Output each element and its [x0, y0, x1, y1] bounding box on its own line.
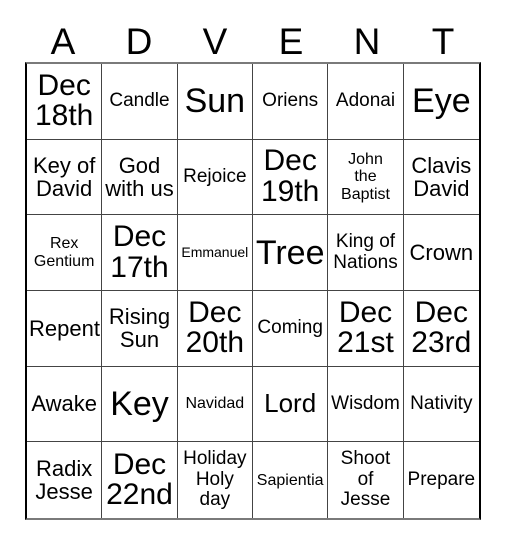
- bingo-cell[interactable]: John the Baptist: [328, 139, 404, 216]
- bingo-cell-label: Dec 21st: [337, 295, 394, 360]
- bingo-cell-label: Eye: [412, 82, 471, 121]
- bingo-cell[interactable]: Dec 21st: [328, 290, 404, 367]
- bingo-cell-label: Shoot of Jesse: [340, 448, 391, 511]
- bingo-cell[interactable]: Dec 22nd: [102, 442, 178, 518]
- bingo-cell-label: Holiday Holy day: [183, 448, 247, 511]
- bingo-cell[interactable]: Dec 19th: [253, 139, 329, 216]
- bingo-cell-label: Nativity: [410, 392, 473, 414]
- bingo-cell[interactable]: Rising Sun: [102, 290, 178, 367]
- bingo-cell[interactable]: Key: [102, 366, 178, 443]
- bingo-cell[interactable]: Repent: [27, 290, 103, 367]
- bingo-cell-label: Wisdom: [331, 392, 400, 414]
- bingo-cell-label: Sun: [184, 82, 246, 121]
- bingo-cell-label: Key: [110, 384, 169, 423]
- bingo-cell-label: Candle: [109, 90, 170, 112]
- bingo-cell[interactable]: Nativity: [403, 366, 479, 443]
- bingo-cell[interactable]: Wisdom: [328, 366, 404, 443]
- bingo-cell-label: Rejoice: [183, 165, 247, 187]
- bingo-cell-label: John the Baptist: [341, 151, 390, 203]
- bingo-header-letter: T: [431, 21, 455, 62]
- bingo-cell-label: Sapientia: [256, 471, 324, 489]
- bingo-header-letter: N: [353, 21, 381, 62]
- bingo-cell-label: Clavis David: [411, 152, 472, 201]
- bingo-cell-label: Dec 20th: [185, 295, 245, 360]
- bingo-cell[interactable]: Sun: [177, 64, 253, 140]
- bingo-cell-label: Rex Gentium: [33, 235, 95, 270]
- bingo-cell[interactable]: Clavis David: [403, 139, 479, 216]
- bingo-cell[interactable]: Eye: [403, 64, 479, 140]
- bingo-cell[interactable]: Shoot of Jesse: [328, 442, 404, 518]
- bingo-cell[interactable]: Adonai: [328, 64, 404, 140]
- bingo-cell[interactable]: Dec 17th: [102, 215, 178, 291]
- bingo-cell[interactable]: Dec 23rd: [403, 290, 479, 367]
- bingo-cell[interactable]: Holiday Holy day: [177, 442, 253, 518]
- bingo-cell[interactable]: Rejoice: [177, 139, 253, 216]
- bingo-cell[interactable]: Oriens: [253, 64, 329, 140]
- bingo-cell[interactable]: Sapientia: [253, 442, 329, 518]
- bingo-header-letter: D: [125, 21, 153, 62]
- bingo-cell[interactable]: Crown: [403, 215, 479, 291]
- bingo-cell-label: Prepare: [407, 468, 476, 490]
- bingo-cell-label: Adonai: [335, 90, 396, 112]
- bingo-cell-label: Dec 18th: [34, 68, 94, 133]
- bingo-cell-label: Dec 17th: [110, 220, 169, 284]
- bingo-cell[interactable]: Emmanuel: [177, 215, 253, 291]
- bingo-cell[interactable]: Rex Gentium: [27, 215, 103, 291]
- bingo-cell[interactable]: Tree: [253, 215, 329, 291]
- bingo-cell-label: Rising Sun: [108, 304, 171, 353]
- bingo-cell[interactable]: Navidad: [177, 366, 253, 443]
- bingo-cell[interactable]: Coming: [253, 290, 329, 367]
- bingo-cell[interactable]: Prepare: [403, 442, 479, 518]
- bingo-cell-label: Navidad: [185, 395, 245, 413]
- bingo-grid: Dec 18th Candle Sun Oriens Adonai Eye Key of D…: [25, 62, 481, 520]
- bingo-header-row: ADVENT: [25, 14, 481, 62]
- bingo-cell-label: Crown: [409, 240, 474, 265]
- bingo-cell-label: Radix Jesse: [35, 455, 93, 505]
- bingo-cell-label: Dec 19th: [260, 144, 320, 208]
- bingo-cell[interactable]: God with us: [102, 139, 178, 216]
- bingo-cell[interactable]: Dec 18th: [27, 64, 103, 140]
- bingo-header-letter: E: [278, 21, 304, 62]
- bingo-header-letter: V: [202, 21, 228, 62]
- bingo-cell-label: Dec 22nd: [106, 447, 173, 512]
- bingo-cell-label: God with us: [105, 152, 174, 201]
- bingo-cell-label: Lord: [264, 388, 317, 419]
- bingo-cell[interactable]: Dec 20th: [177, 290, 253, 367]
- bingo-cell-label: Tree: [255, 233, 325, 272]
- bingo-cell-label: Key of David: [32, 152, 96, 201]
- bingo-cell-label: Emmanuel: [181, 244, 249, 261]
- bingo-cell[interactable]: Awake: [27, 366, 103, 443]
- bingo-cell[interactable]: Key of David: [27, 139, 103, 216]
- bingo-cell[interactable]: Lord: [253, 366, 329, 443]
- bingo-cell-label: Coming: [257, 317, 323, 339]
- bingo-cell-label: King of Nations: [333, 231, 398, 273]
- bingo-cell[interactable]: King of Nations: [328, 215, 404, 291]
- bingo-cell-label: Dec 23rd: [411, 295, 472, 360]
- bingo-cell-label: Awake: [31, 391, 97, 417]
- bingo-cell-label: Oriens: [262, 90, 319, 112]
- bingo-cell[interactable]: Radix Jesse: [27, 442, 103, 518]
- advent-bingo-card: A D V E N T Dec 18th Candle Sun Oriens Adonai Eye K…: [0, 0, 506, 544]
- bingo-cell[interactable]: Candle: [102, 64, 178, 140]
- bingo-cell-label: Repent: [29, 315, 100, 341]
- bingo-header-letter: A: [50, 21, 76, 62]
